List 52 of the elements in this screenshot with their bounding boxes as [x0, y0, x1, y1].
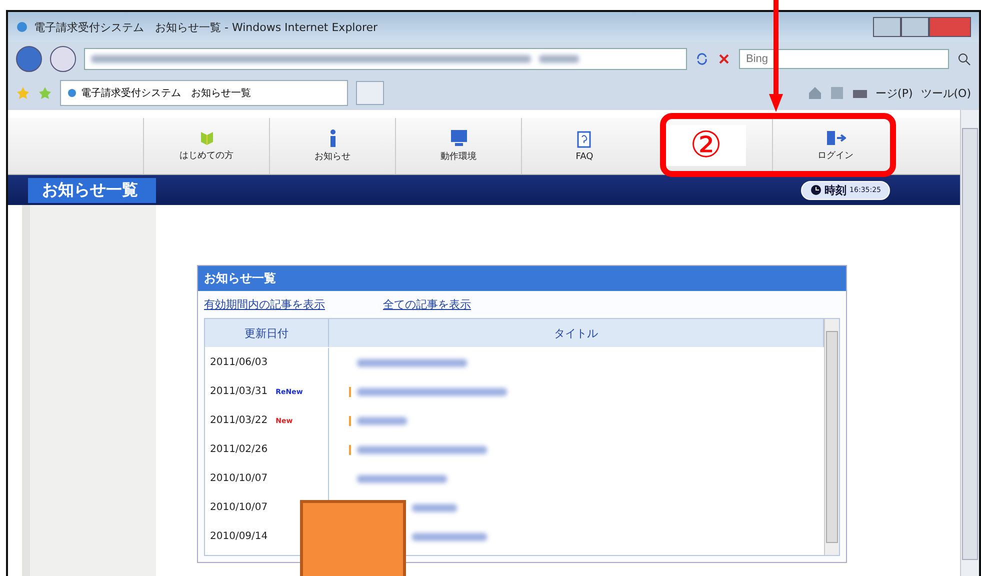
browser-tab[interactable]: 電子請求受付システム お知らせ一覧: [60, 80, 348, 106]
page-scrollbar[interactable]: [960, 110, 979, 576]
menu-item[interactable]: ツール(O): [920, 86, 971, 100]
window-title: 電子請求受付システム お知らせ一覧 - Windows Internet Explorer: [34, 20, 378, 34]
forward-button[interactable]: [50, 46, 76, 72]
star-icon: [16, 86, 30, 100]
nav-item[interactable]: はじめての方: [143, 118, 269, 174]
filter-link[interactable]: 有効期間内の記事を表示: [204, 297, 325, 312]
page-title: お知らせ一覧: [28, 178, 156, 202]
date-text: 2011/03/22: [210, 415, 268, 426]
question-icon: [576, 130, 592, 148]
column-header: タイトル: [329, 319, 824, 347]
monitor-icon: [450, 129, 468, 147]
back-button[interactable]: [16, 46, 42, 72]
login-icon: [826, 130, 846, 146]
search-icon: [957, 52, 971, 66]
star-icon: [38, 86, 52, 100]
scrollbar[interactable]: [824, 319, 839, 555]
nav-item[interactable]: お知らせ: [269, 118, 395, 174]
nav-item[interactable]: ログイン: [772, 118, 898, 174]
nav-item[interactable]: FAQ: [521, 118, 647, 174]
close-icon: [717, 52, 731, 66]
filter-link[interactable]: 全ての記事を表示: [383, 297, 471, 312]
refresh-icon: [695, 52, 709, 66]
step-marker: ②: [666, 124, 746, 166]
blurred-link[interactable]: [412, 504, 457, 512]
blurred-link[interactable]: [412, 532, 487, 540]
blurred-link[interactable]: [357, 416, 407, 424]
date-text: 2011/03/31: [210, 386, 268, 397]
nav-item[interactable]: 動作環境: [395, 118, 521, 174]
blurred-link[interactable]: [357, 474, 447, 482]
date-text: 2010/09/14: [210, 531, 268, 542]
browser-icon: [16, 21, 28, 33]
column-header: 更新日付: [205, 319, 329, 347]
home-icon: [808, 86, 822, 100]
clock-icon: [810, 184, 822, 196]
menu-item[interactable]: ージ(P): [876, 86, 913, 100]
search-field[interactable]: Bing: [739, 49, 949, 69]
blurred-link[interactable]: [357, 388, 507, 396]
new-tab-button[interactable]: [356, 81, 384, 105]
panel-title: お知らせ一覧: [198, 266, 846, 291]
maximize-button[interactable]: [901, 17, 929, 37]
minimize-button[interactable]: [873, 17, 901, 37]
date-text: 2010/10/07: [210, 502, 268, 513]
blurred-link[interactable]: [357, 358, 467, 366]
date-text: 2010/10/07: [210, 473, 268, 484]
date-text: 2011/06/03: [210, 357, 268, 368]
browser-icon: [67, 88, 77, 98]
info-icon: [328, 129, 336, 147]
date-text: 2011/02/26: [210, 444, 268, 455]
blurred-link[interactable]: [357, 446, 487, 454]
address-field[interactable]: [84, 48, 687, 70]
